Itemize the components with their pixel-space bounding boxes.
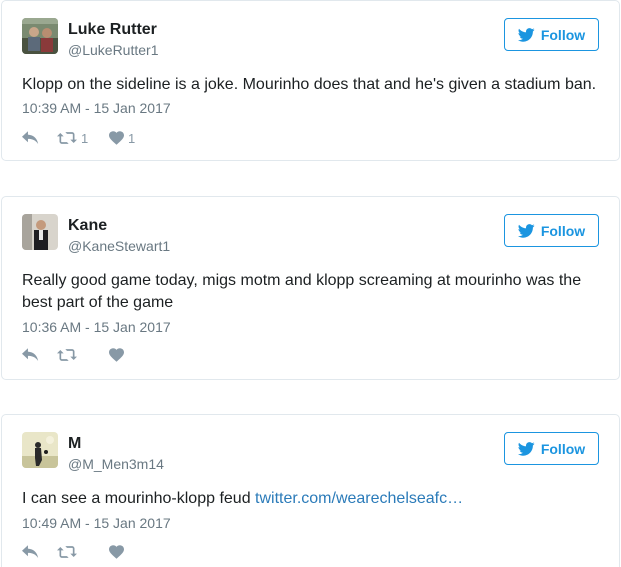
timestamp[interactable]: 10:49 AM - 15 Jan 2017: [22, 515, 171, 531]
timestamp[interactable]: 10:39 AM - 15 Jan 2017: [22, 100, 171, 116]
heart-icon: [109, 545, 124, 559]
tweet-card: Luke Rutter @LukeRutter1 Follow Klopp on…: [1, 0, 620, 161]
tweet-card: M @M_Men3m14 Follow I can see a mourinho…: [1, 414, 620, 567]
retweet-button[interactable]: [57, 545, 109, 559]
tweet-text-body: Klopp on the sideline is a joke. Mourinh…: [22, 76, 597, 93]
like-count: 1: [128, 130, 136, 146]
like-button[interactable]: [109, 545, 128, 559]
twitter-bird-icon: [517, 27, 535, 42]
user-name[interactable]: Luke Rutter: [68, 21, 157, 39]
heart-icon: [109, 131, 124, 145]
tweet-actions: [22, 542, 128, 562]
user-handle[interactable]: @LukeRutter1: [68, 42, 158, 58]
avatar[interactable]: [22, 18, 58, 54]
follow-button[interactable]: Follow: [504, 432, 599, 465]
tweet-actions: 1 1: [22, 128, 135, 148]
timestamp[interactable]: 10:36 AM - 15 Jan 2017: [22, 319, 171, 335]
tweet-text-body: Really good game today, migs motm and kl…: [22, 272, 582, 311]
retweet-button[interactable]: [57, 348, 109, 362]
user-handle[interactable]: @KaneStewart1: [68, 238, 170, 254]
retweet-icon: [57, 132, 77, 144]
follow-label: Follow: [540, 222, 586, 239]
reply-button[interactable]: [22, 545, 57, 559]
retweet-button[interactable]: 1: [57, 131, 109, 146]
reply-button[interactable]: [22, 348, 57, 362]
user-name[interactable]: Kane: [68, 217, 107, 235]
reply-icon: [22, 131, 39, 144]
follow-label: Follow: [540, 440, 586, 457]
twitter-bird-icon: [517, 223, 535, 238]
avatar[interactable]: [22, 432, 58, 468]
avatar[interactable]: [22, 214, 58, 250]
user-handle[interactable]: @M_Men3m14: [68, 456, 164, 472]
retweet-icon: [57, 349, 77, 361]
twitter-bird-icon: [517, 441, 535, 456]
tweet-text: Really good game today, migs motm and kl…: [22, 270, 602, 314]
follow-label: Follow: [540, 26, 586, 43]
heart-icon: [109, 348, 124, 362]
reply-button[interactable]: [22, 131, 57, 145]
retweet-count: 1: [81, 130, 89, 146]
like-button[interactable]: [109, 348, 128, 362]
tweet-text-body: I can see a mourinho-klopp feud: [22, 490, 256, 507]
tweet-link[interactable]: twitter.com/wearechelseafc…: [255, 490, 463, 507]
reply-icon: [22, 545, 39, 558]
follow-button[interactable]: Follow: [504, 214, 599, 247]
user-name[interactable]: M: [68, 435, 81, 453]
tweet-actions: [22, 345, 128, 365]
tweet-text: Klopp on the sideline is a joke. Mourinh…: [22, 74, 602, 96]
reply-icon: [22, 348, 39, 361]
retweet-icon: [57, 546, 77, 558]
like-button[interactable]: 1: [109, 131, 135, 146]
tweet-text: I can see a mourinho-klopp feud twitter.…: [22, 488, 602, 510]
tweet-card: Kane @KaneStewart1 Follow Really good ga…: [1, 196, 620, 380]
follow-button[interactable]: Follow: [504, 18, 599, 51]
